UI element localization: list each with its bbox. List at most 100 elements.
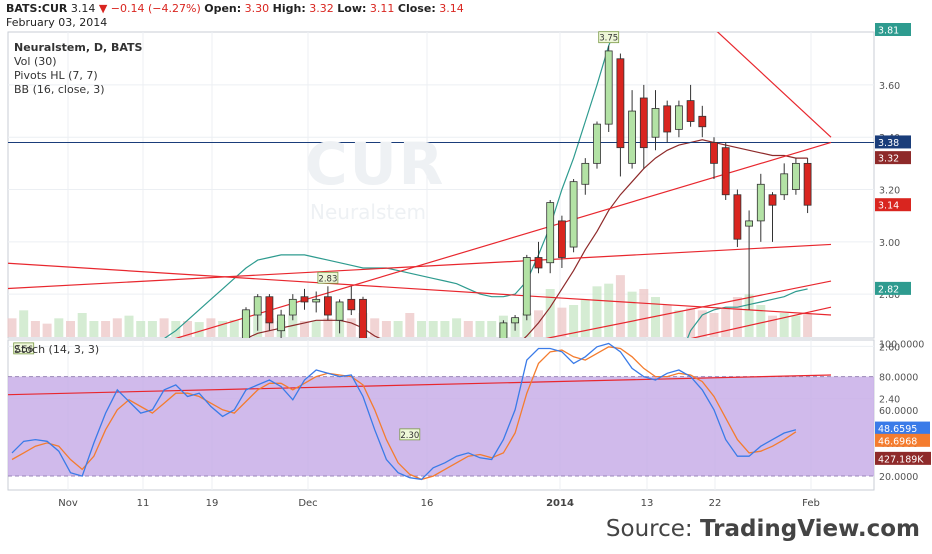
volume-bar <box>77 313 87 337</box>
open-label: Open: <box>204 2 242 15</box>
candle-up <box>546 202 555 264</box>
stoch-tick-label: 20.0000 <box>879 472 918 483</box>
candle-up <box>593 123 601 164</box>
stoch-d-badge-label: 46.6968 <box>878 436 917 447</box>
candle-up <box>253 296 262 316</box>
source-brand: TradingView.com <box>699 516 920 542</box>
price-change: ▼ −0.14 (−4.27%) <box>98 2 201 15</box>
candle-down <box>323 296 332 316</box>
candle-down <box>300 296 309 303</box>
candle-up <box>511 317 520 324</box>
volume-bar <box>19 310 29 337</box>
volume-bar <box>194 322 204 337</box>
candle-down <box>639 97 648 149</box>
candle-down <box>663 105 672 133</box>
candle-up <box>604 50 613 125</box>
date-tick-label: Nov <box>58 498 78 509</box>
chart: 2.562.832.303.753.603.403.203.002.802.60… <box>0 0 932 550</box>
watermark-symbol: CUR <box>305 130 446 198</box>
source-credit: Source: TradingView.com <box>606 516 920 542</box>
price-badge-label: 2.82 <box>878 284 899 295</box>
legend-bb: BB (16, close, 3) <box>14 83 105 96</box>
pivot-label: 3.75 <box>599 34 618 44</box>
chart-svg: 2.562.832.303.753.603.403.203.002.802.60… <box>7 23 931 509</box>
price-badge-label: 427.189K <box>878 454 924 465</box>
price-badge-label: 3.14 <box>878 201 899 212</box>
volume-bar <box>440 321 450 337</box>
legend-pivots: Pivots HL (7, 7) <box>14 69 98 82</box>
volume-bar <box>393 321 403 337</box>
candle-up <box>288 298 297 316</box>
symbol-header: BATS:CUR 3.14 ▼ −0.14 (−4.27%) Open: 3.3… <box>6 2 464 15</box>
date-tick-label: 16 <box>421 498 434 509</box>
candle-down <box>347 298 356 311</box>
pivot-label: 2.83 <box>318 274 337 284</box>
volume-bar <box>101 321 111 337</box>
stoch-k-badge-label: 48.6595 <box>878 424 917 435</box>
volume-bar <box>124 315 134 337</box>
candle-down <box>803 162 812 206</box>
candle-down <box>698 115 707 128</box>
volume-bar <box>627 291 637 337</box>
volume-bar <box>475 321 485 337</box>
volume-bar <box>463 321 473 337</box>
stoch-tick-label: 100.0000 <box>879 340 924 351</box>
volume-bar <box>405 313 415 337</box>
price-badge-label: 3.32 <box>878 154 899 165</box>
volume-bar <box>721 307 731 337</box>
volume-bar <box>323 318 333 337</box>
price-tick-label: 3.60 <box>879 81 900 92</box>
volume-bar <box>615 275 625 337</box>
volume-bar <box>417 321 426 337</box>
low-label: Low: <box>337 2 367 15</box>
candle-down <box>265 296 274 324</box>
symbol-label: BATS:CUR <box>6 2 68 15</box>
volume-bar <box>54 318 64 337</box>
date-tick-label: 13 <box>641 498 654 509</box>
candle-down <box>710 142 718 164</box>
stoch-title: Stoch (14, 3, 3) <box>14 343 100 356</box>
volume-bar <box>674 310 684 337</box>
close-label: Close: <box>397 2 436 15</box>
price-tick-label: 2.40 <box>879 395 900 406</box>
price-tick-label: 3.20 <box>879 186 900 197</box>
volume-bar <box>604 283 614 337</box>
date-tick-label: 2014 <box>546 498 574 509</box>
candle-up <box>522 257 531 316</box>
price-badge-label: 3.81 <box>878 26 899 37</box>
legend-vol: Vol (30) <box>14 55 57 68</box>
volume-bar <box>159 318 169 337</box>
legend-title: Neuralstem, D, BATS <box>14 41 143 54</box>
source-prefix: Source: <box>605 516 700 542</box>
volume-bar <box>545 289 555 337</box>
volume-bar <box>639 289 649 337</box>
volume-bar <box>136 321 146 337</box>
candle-up <box>780 173 789 196</box>
header-date: February 03, 2014 <box>6 16 108 29</box>
candle-down <box>558 220 566 258</box>
volume-bar <box>229 319 239 337</box>
candle-down <box>768 194 777 206</box>
date-tick-label: 19 <box>206 498 219 509</box>
volume-bar <box>381 321 391 337</box>
candle-down <box>721 147 730 196</box>
candle-down <box>733 194 742 240</box>
low-value: 3.11 <box>369 2 395 15</box>
volume-bar <box>732 297 742 337</box>
volume-bar <box>7 318 17 337</box>
volume-bar <box>147 321 157 337</box>
candle-up <box>581 162 590 185</box>
candle-up <box>312 298 321 303</box>
volume-bar <box>768 315 777 337</box>
candle-up <box>569 181 578 248</box>
volume-bar <box>697 310 707 337</box>
volume-bar <box>662 305 672 337</box>
volume-bar <box>452 318 462 337</box>
candle-up <box>335 301 344 321</box>
candle-down <box>686 100 695 122</box>
volume-bar <box>42 323 52 337</box>
volume-bar <box>686 307 696 337</box>
candle-up <box>651 108 660 138</box>
date-tick-label: Feb <box>802 498 820 509</box>
stoch-tick-label: 80.0000 <box>879 373 918 384</box>
